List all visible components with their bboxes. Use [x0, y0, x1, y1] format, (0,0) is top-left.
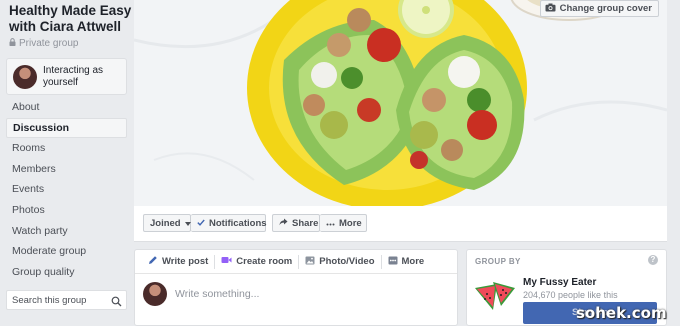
- camera-icon: [545, 3, 556, 15]
- page-likes-count: 204,670 people like this: [523, 290, 618, 300]
- tab-photo-video[interactable]: Photo/Video: [298, 254, 380, 269]
- composer-body: [135, 274, 457, 306]
- share-label: Share: [292, 217, 319, 229]
- sidebar-item-rooms[interactable]: Rooms: [6, 138, 127, 159]
- page-name-link[interactable]: My Fussy Eater: [523, 277, 596, 288]
- sidebar-item-moderate-group[interactable]: Moderate group: [6, 241, 127, 262]
- interacting-as-label: Interacting as yourself: [43, 64, 104, 88]
- more-icon: [388, 256, 398, 268]
- photo-icon: [305, 256, 315, 268]
- sidebar-item-discussion[interactable]: Discussion: [6, 117, 127, 139]
- sidebar-item-watch-party[interactable]: Watch party: [6, 221, 127, 242]
- tab-label: Photo/Video: [319, 256, 375, 267]
- check-icon: [197, 218, 205, 229]
- left-sidebar: Healthy Made Easy with Ciara Attwell Pri…: [0, 0, 134, 326]
- share-icon: [279, 218, 288, 229]
- group-action-bar: Joined Notifications Share More: [134, 206, 667, 242]
- tab-label: Write post: [162, 256, 209, 267]
- search-icon[interactable]: [111, 294, 122, 312]
- avatar: [13, 64, 37, 89]
- sidebar-item-members[interactable]: Members: [6, 159, 127, 180]
- more-label: More: [339, 217, 362, 229]
- group-nav: About Discussion Rooms Members Events Ph…: [6, 97, 127, 282]
- watermark: sohek.com: [576, 304, 667, 322]
- tab-write-post[interactable]: Write post: [142, 255, 214, 269]
- pencil-icon: [148, 255, 158, 268]
- sidebar-item-events[interactable]: Events: [6, 179, 127, 200]
- tab-more[interactable]: More: [380, 254, 431, 269]
- tab-label: Create room: [236, 256, 293, 267]
- search-input[interactable]: [12, 294, 107, 306]
- sidebar-item-group-quality[interactable]: Group quality: [6, 262, 127, 283]
- group-by-heading: GROUP BY: [475, 257, 521, 266]
- group-title[interactable]: Healthy Made Easy with Ciara Attwell: [9, 3, 133, 35]
- privacy-label: Private group: [9, 38, 78, 49]
- cover-image: [134, 0, 667, 206]
- share-button[interactable]: Share: [272, 214, 320, 232]
- tab-create-room[interactable]: Create room: [214, 254, 298, 269]
- write-something-input[interactable]: [175, 288, 435, 300]
- joined-button[interactable]: Joined: [143, 214, 191, 232]
- video-camera-icon: [221, 256, 232, 267]
- tab-label: More: [401, 256, 425, 267]
- group-search: [6, 290, 127, 310]
- sidebar-item-about[interactable]: About: [6, 97, 127, 118]
- caret-down-icon: [184, 218, 191, 229]
- joined-label: Joined: [150, 217, 181, 229]
- change-cover-button[interactable]: Change group cover: [539, 0, 659, 17]
- composer-tabs: Write post Create room Photo/Video More: [135, 250, 457, 274]
- interacting-as-switcher[interactable]: Interacting as yourself: [6, 58, 127, 95]
- notifications-button[interactable]: Notifications: [191, 214, 267, 232]
- post-composer: Write post Create room Photo/Video More: [134, 249, 458, 326]
- more-dots-icon: [326, 218, 335, 229]
- group-cover-photo: Change group cover: [134, 0, 667, 206]
- avatar: [143, 282, 167, 306]
- change-cover-label: Change group cover: [559, 3, 652, 14]
- privacy-text: Private group: [19, 38, 79, 49]
- watermelon-logo-icon[interactable]: [473, 278, 517, 317]
- lock-icon: [9, 38, 16, 49]
- notifications-label: Notifications: [209, 217, 267, 229]
- more-button[interactable]: More: [320, 214, 367, 232]
- sidebar-item-photos[interactable]: Photos: [6, 200, 127, 221]
- info-icon[interactable]: ?: [648, 255, 658, 265]
